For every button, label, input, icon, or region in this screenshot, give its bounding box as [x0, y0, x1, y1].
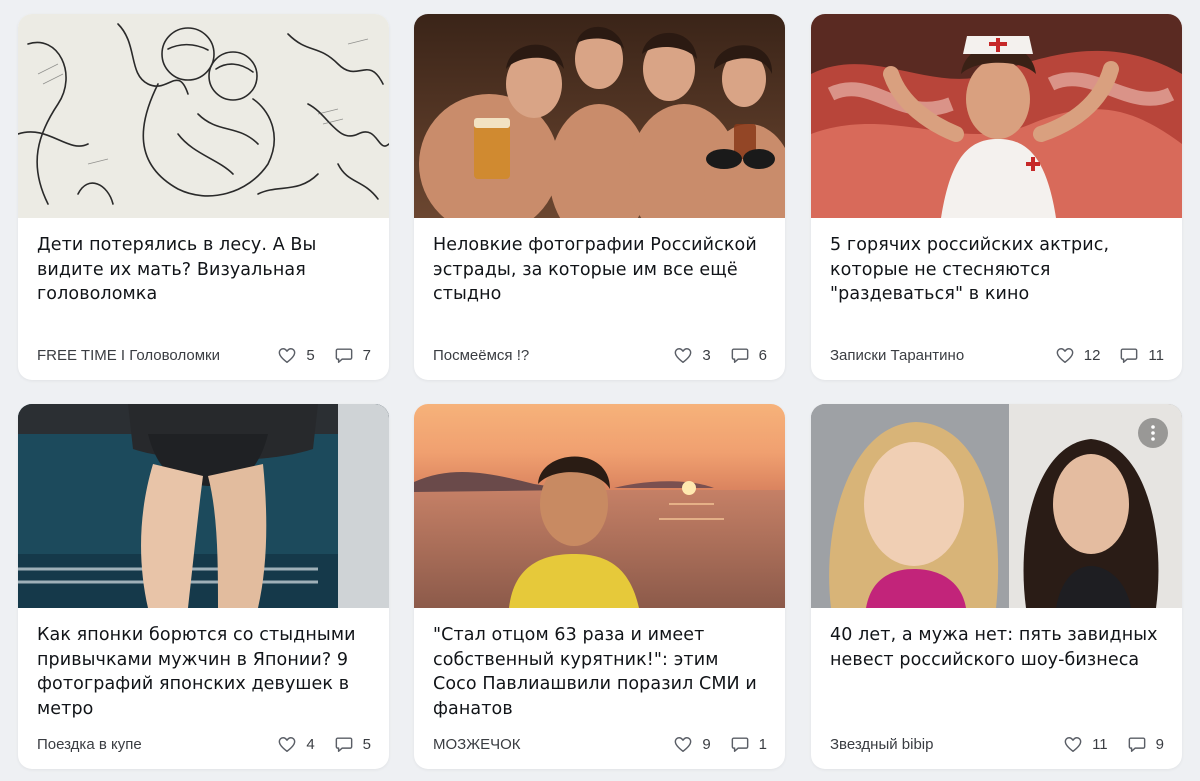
like-button[interactable]: 9	[674, 735, 711, 753]
comment-count: 1	[758, 735, 767, 753]
like-button[interactable]: 3	[674, 346, 711, 364]
like-button[interactable]: 11	[1064, 736, 1108, 753]
card-title[interactable]: Как японки борются со стыдными привычкам…	[37, 623, 369, 721]
card-title[interactable]: Дети потерялись в лесу. А Вы видите их м…	[37, 233, 369, 307]
comment-count: 7	[362, 346, 371, 364]
heart-icon	[278, 736, 296, 753]
comment-button[interactable]: 5	[335, 736, 371, 753]
like-button[interactable]: 4	[278, 735, 315, 753]
comment-button[interactable]: 6	[731, 347, 767, 364]
card-image[interactable]	[811, 404, 1182, 608]
comment-count: 9	[1155, 735, 1164, 753]
comment-icon	[335, 347, 353, 364]
channel-name[interactable]: Поездка в купе	[37, 736, 258, 753]
card-image[interactable]	[18, 14, 389, 218]
card-footer: Записки Тарантино 12 11	[830, 345, 1164, 365]
card-title[interactable]: "Стал отцом 63 раза и имеет собственный …	[433, 623, 765, 721]
card-image[interactable]	[18, 404, 389, 608]
channel-name[interactable]: Посмеёмся !?	[433, 347, 654, 364]
heart-icon	[674, 736, 692, 753]
card-image[interactable]	[811, 14, 1182, 218]
comment-icon	[1128, 736, 1146, 753]
channel-name[interactable]: FREE TIME I Головоломки	[37, 347, 258, 364]
comment-icon	[731, 736, 749, 753]
heart-icon	[674, 347, 692, 364]
article-card[interactable]: Неловкие фотографии Российской эстрады, …	[414, 14, 785, 380]
comment-button[interactable]: 7	[335, 347, 371, 364]
card-footer: Поездка в купе 4 5	[37, 734, 371, 754]
comment-count: 11	[1148, 346, 1164, 364]
comment-icon	[1120, 347, 1138, 364]
channel-name[interactable]: Звездный bibip	[830, 736, 1044, 753]
like-count: 3	[702, 346, 711, 364]
card-image[interactable]	[414, 14, 785, 218]
like-count: 9	[702, 735, 711, 753]
like-button[interactable]: 12	[1056, 346, 1101, 364]
comment-count: 5	[362, 735, 371, 753]
like-count: 5	[306, 346, 315, 364]
heart-icon	[1064, 736, 1082, 753]
like-count: 4	[306, 735, 315, 753]
like-count: 12	[1083, 346, 1101, 364]
card-footer: МОЗЖЕЧОК 9 1	[433, 734, 767, 754]
like-button[interactable]: 5	[278, 346, 315, 364]
card-title[interactable]: 5 горячих российских актрис, которые не …	[830, 233, 1162, 307]
article-card[interactable]: 40 лет, а мужа нет: пять завидных невест…	[811, 404, 1182, 769]
card-footer: Звездный bibip 11 9	[830, 734, 1164, 754]
heart-icon	[1056, 347, 1074, 364]
card-title[interactable]: 40 лет, а мужа нет: пять завидных невест…	[830, 623, 1162, 672]
card-footer: FREE TIME I Головоломки 5 7	[37, 345, 371, 365]
comment-button[interactable]: 9	[1128, 736, 1164, 753]
article-card[interactable]: "Стал отцом 63 раза и имеет собственный …	[414, 404, 785, 769]
comment-count: 6	[758, 346, 767, 364]
comment-icon	[731, 347, 749, 364]
card-title[interactable]: Неловкие фотографии Российской эстрады, …	[433, 233, 765, 307]
article-card[interactable]: Дети потерялись в лесу. А Вы видите их м…	[18, 14, 389, 380]
comment-icon	[335, 736, 353, 753]
comment-button[interactable]: 11	[1120, 347, 1164, 364]
channel-name[interactable]: МОЗЖЕЧОК	[433, 736, 654, 753]
like-count: 11	[1092, 735, 1108, 753]
article-card[interactable]: Как японки борются со стыдными привычкам…	[18, 404, 389, 769]
more-button[interactable]	[1138, 418, 1168, 448]
card-image[interactable]	[414, 404, 785, 608]
more-vertical-icon	[1151, 425, 1155, 441]
comment-button[interactable]: 1	[731, 736, 767, 753]
card-footer: Посмеёмся !? 3 6	[433, 345, 767, 365]
channel-name[interactable]: Записки Тарантино	[830, 347, 1036, 364]
heart-icon	[278, 347, 296, 364]
article-card[interactable]: 5 горячих российских актрис, которые не …	[811, 14, 1182, 380]
